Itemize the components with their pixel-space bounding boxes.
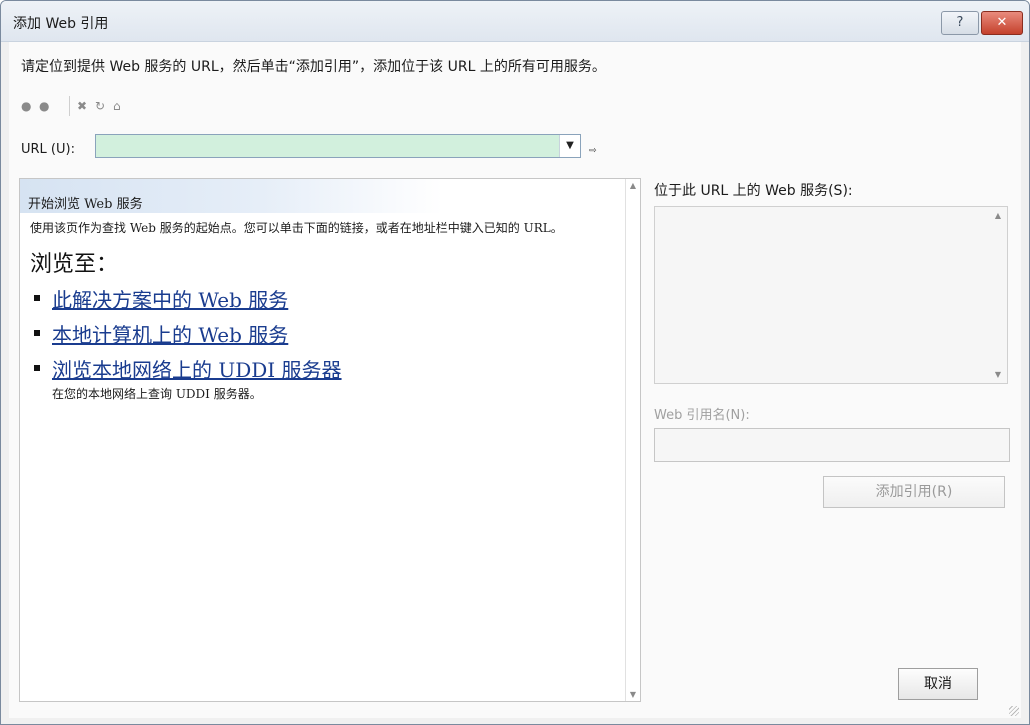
browser-pane: 开始浏览 Web 服务 使用该页作为查找 Web 服务的起始点。您可以单击下面的… [19, 178, 641, 702]
dialog-content: 请定位到提供 Web 服务的 URL，然后单击“添加引用”，添加位于该 URL … [9, 42, 1021, 718]
cancel-button[interactable]: 取消 [898, 668, 978, 700]
toolbar-separator [69, 96, 70, 116]
services-list[interactable]: ▲ ▼ [654, 206, 1008, 384]
link-uddi-servers[interactable]: 浏览本地网络上的 UDDI 服务器 [52, 358, 342, 382]
url-combobox[interactable]: ▼ [95, 134, 581, 158]
web-reference-name-label: Web 引用名(N): [654, 408, 750, 423]
refresh-icon[interactable]: ↻ [95, 96, 105, 116]
add-web-reference-dialog: 添加 Web 引用 ? ✕ 请定位到提供 Web 服务的 URL，然后单击“添加… [0, 0, 1030, 725]
bullet-icon [34, 365, 40, 371]
scroll-down-icon[interactable]: ▼ [626, 690, 640, 699]
bullet-icon [34, 330, 40, 336]
help-button[interactable]: ? [941, 11, 979, 35]
list-item: 本地计算机上的 Web 服务 [30, 319, 620, 348]
url-input[interactable] [100, 137, 544, 155]
scroll-down-icon[interactable]: ▼ [991, 370, 1005, 379]
forward-icon[interactable]: ● [39, 96, 49, 116]
services-scrollbar[interactable]: ▲ ▼ [991, 207, 1007, 383]
web-reference-name-input[interactable] [654, 428, 1010, 462]
browse-heading: 浏览至： [30, 252, 119, 277]
go-icon[interactable]: ⇨ [589, 146, 597, 156]
title-bar: 添加 Web 引用 ? ✕ [1, 1, 1029, 42]
banner-title: 开始浏览 Web 服务 [28, 197, 143, 212]
url-label: URL (U): [21, 142, 75, 157]
add-reference-button[interactable]: 添加引用(R) [823, 476, 1005, 508]
list-item: 浏览本地网络上的 UDDI 服务器 [30, 354, 620, 383]
stop-icon[interactable]: ✖ [77, 96, 87, 116]
dialog-title: 添加 Web 引用 [13, 16, 109, 32]
uddi-link-description: 在您的本地网络上查询 UDDI 服务器。 [52, 387, 262, 401]
close-button[interactable]: ✕ [981, 11, 1023, 35]
url-dropdown-button[interactable]: ▼ [559, 135, 580, 157]
bullet-icon [34, 295, 40, 301]
home-icon[interactable]: ⌂ [113, 96, 121, 116]
resize-grip-icon[interactable] [1009, 706, 1019, 716]
instruction-text: 请定位到提供 Web 服务的 URL，然后单击“添加引用”，添加位于该 URL … [21, 59, 606, 75]
services-label: 位于此 URL 上的 Web 服务(S): [654, 183, 853, 199]
browser-banner: 开始浏览 Web 服务 [20, 179, 624, 213]
link-local-web-services[interactable]: 本地计算机上的 Web 服务 [52, 323, 288, 347]
scroll-up-icon[interactable]: ▲ [626, 181, 640, 190]
link-solution-web-services[interactable]: 此解决方案中的 Web 服务 [52, 288, 288, 312]
scroll-up-icon[interactable]: ▲ [991, 211, 1005, 220]
browse-links: 此解决方案中的 Web 服务 本地计算机上的 Web 服务 浏览本地网络上的 U… [30, 284, 620, 383]
browser-scrollbar[interactable]: ▲ ▼ [625, 179, 640, 701]
back-icon[interactable]: ● [21, 96, 31, 116]
browser-body: 使用该页作为查找 Web 服务的起始点。您可以单击下面的链接，或者在地址栏中键入… [30, 221, 620, 402]
list-item: 此解决方案中的 Web 服务 [30, 284, 620, 313]
browser-description: 使用该页作为查找 Web 服务的起始点。您可以单击下面的链接，或者在地址栏中键入… [30, 221, 563, 235]
